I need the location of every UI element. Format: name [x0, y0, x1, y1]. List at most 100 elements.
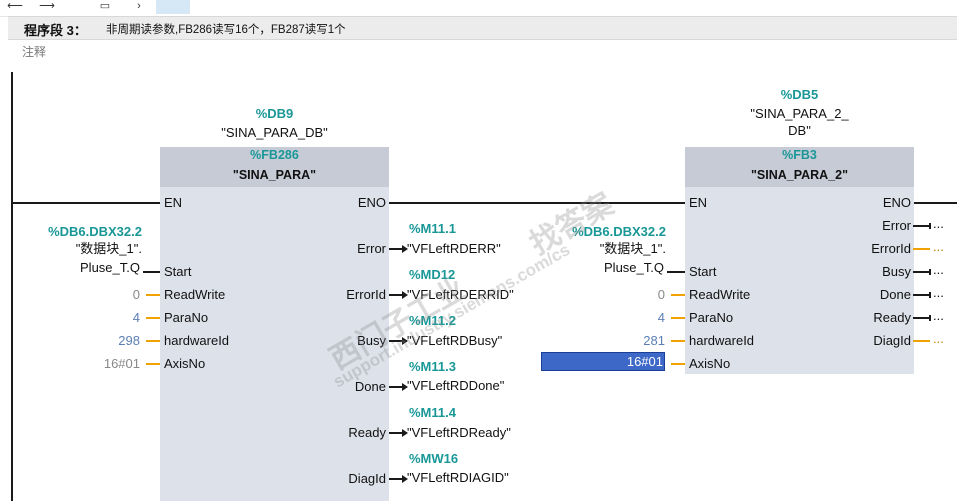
- block1-busy-wire: [389, 340, 403, 342]
- block2-db-name-line2[interactable]: DB": [685, 123, 914, 138]
- block2-start-wire: [667, 271, 685, 273]
- block2-busy-operand[interactable]: ...: [933, 263, 944, 276]
- block1-axisno-pin: AxisNo: [164, 356, 206, 371]
- copy-icon[interactable]: ▭: [94, 0, 116, 14]
- block1-hardwareid-value[interactable]: 298: [60, 333, 140, 348]
- block2-db-name-line1[interactable]: "SINA_PARA_2_: [685, 106, 914, 121]
- block2-start-pin: Start: [689, 264, 717, 279]
- block2-parano-value[interactable]: 4: [585, 310, 665, 325]
- block1-errorid-address[interactable]: %MD12: [409, 267, 455, 282]
- block1-done-address[interactable]: %M11.3: [409, 359, 456, 374]
- block2-error-pin: Error: [882, 218, 911, 233]
- block1-axisno-wire: [146, 363, 160, 365]
- forward-arrow-icon[interactable]: ⟶: [36, 0, 58, 14]
- block2-start-name1[interactable]: "数据块_1".: [545, 241, 666, 256]
- arrow-right-icon[interactable]: ›: [128, 0, 150, 14]
- block1-errorid-name[interactable]: "VFLeftRDERRID": [407, 287, 514, 302]
- block1-readwrite-value[interactable]: 0: [60, 287, 140, 302]
- block1-errorid-pin: ErrorId: [346, 287, 386, 302]
- network-comment[interactable]: 注释: [22, 43, 46, 60]
- block2-ready-pin: Ready: [873, 310, 911, 325]
- block1-start-pin: Start: [164, 264, 192, 279]
- block2-error-operand[interactable]: ...: [933, 217, 944, 230]
- block1-start-name2[interactable]: Pluse_T.Q: [30, 260, 140, 275]
- block2-start-address[interactable]: %DB6.DBX32.2: [545, 224, 666, 239]
- block1-db-name[interactable]: "SINA_PARA_DB": [160, 125, 389, 140]
- block2-ready-operand[interactable]: ...: [933, 309, 944, 322]
- block2-diagid-wire: [913, 340, 930, 342]
- rung-line: [13, 202, 160, 204]
- block1-start-address[interactable]: %DB6.DBX32.2: [30, 224, 142, 239]
- block2-hardwareid-wire: [671, 340, 685, 342]
- block2-busy-pin: Busy: [882, 264, 911, 279]
- block1-busy-pin: Busy: [357, 333, 386, 348]
- block1-en-pin: EN: [164, 195, 183, 210]
- block2-en-pin: EN: [689, 195, 708, 210]
- block2-parano-pin: ParaNo: [689, 310, 734, 325]
- block1-readwrite-wire: [146, 294, 160, 296]
- block2-readwrite-wire: [671, 294, 685, 296]
- block1-busy-address[interactable]: %M11.2: [409, 313, 456, 328]
- block1-diagid-pin: DiagId: [348, 471, 386, 486]
- block1-diagid-address[interactable]: %MW16: [409, 451, 458, 466]
- block2-start-name2[interactable]: Pluse_T.Q: [545, 260, 664, 275]
- block2-axisno-pin: AxisNo: [689, 356, 731, 371]
- block2-ready-wire: [913, 317, 930, 319]
- block1-error-name[interactable]: "VFLeftRDERR": [407, 241, 501, 256]
- block1-parano-value[interactable]: 4: [60, 310, 140, 325]
- block2-hardwareid-value[interactable]: 281: [585, 333, 665, 348]
- block2-readwrite-value[interactable]: 0: [585, 287, 665, 302]
- block2-db-address[interactable]: %DB5: [685, 87, 914, 102]
- block2-fb-address: %FB3: [782, 148, 817, 162]
- editor-toolbar: ⟵ ⟶ ▭ ›: [0, 0, 957, 17]
- block1-start-name1[interactable]: "数据块_1".: [30, 241, 142, 256]
- block1-done-name[interactable]: "VFLeftRDDone": [407, 378, 504, 393]
- power-rail: [11, 72, 13, 501]
- block1-errorid-wire: [389, 294, 403, 296]
- block1-fb-name: "SINA_PARA": [232, 168, 317, 182]
- block2-readwrite-pin: ReadWrite: [689, 287, 751, 302]
- network-header[interactable]: 程序段 3： 非周期读参数,FB286读写16个，FB287读写1个: [8, 16, 957, 40]
- block2-done-wire: [913, 294, 930, 296]
- block1-ready-name[interactable]: "VFLeftRDReady": [407, 425, 511, 440]
- block1-error-address[interactable]: %M11.1: [409, 221, 456, 236]
- block2-errorid-pin: ErrorId: [871, 241, 911, 256]
- block1-db-address[interactable]: %DB9: [160, 106, 389, 121]
- block2-eno-pin: ENO: [882, 195, 911, 210]
- block1-ready-pin: Ready: [348, 425, 386, 440]
- block1-hardwareid-wire: [146, 340, 160, 342]
- block1-start-wire: [143, 271, 160, 273]
- block1-busy-name[interactable]: "VFLeftRDBusy": [407, 333, 502, 348]
- block1-error-wire: [389, 248, 403, 250]
- rung-line-out: [913, 202, 957, 204]
- block1-done-wire: [389, 386, 403, 388]
- block1-error-pin: Error: [357, 241, 386, 256]
- block1-ready-address[interactable]: %M11.4: [409, 405, 456, 420]
- block1-axisno-value[interactable]: 16#01: [60, 356, 140, 371]
- block2-diagid-operand[interactable]: ...: [933, 332, 944, 345]
- network-description[interactable]: 非周期读参数,FB286读写16个，FB287读写1个: [106, 21, 346, 37]
- block1-done-pin: Done: [354, 379, 386, 394]
- block1-diagid-wire: [389, 478, 403, 480]
- block2-done-operand[interactable]: ...: [933, 286, 944, 299]
- block1-parano-wire: [146, 317, 160, 319]
- toolbar-active-button[interactable]: [156, 0, 190, 14]
- block2-done-tick: [929, 292, 931, 298]
- block2-fb-name: "SINA_PARA_2": [750, 168, 849, 182]
- block2-errorid-wire: [913, 248, 930, 250]
- block2-done-pin: Done: [879, 287, 911, 302]
- block2-busy-tick: [929, 269, 931, 275]
- block1-fb-address: %FB286: [250, 148, 299, 162]
- block1-ready-wire: [389, 432, 403, 434]
- block1-eno-pin: ENO: [357, 195, 386, 210]
- block1-parano-pin: ParaNo: [164, 310, 209, 325]
- block1-diagid-name[interactable]: "VFLeftRDIAGID": [407, 470, 509, 485]
- block2-axisno-wire: [671, 363, 685, 365]
- block1-hardwareid-pin: hardwareId: [164, 333, 230, 348]
- block2-hardwareid-pin: hardwareId: [689, 333, 755, 348]
- block1-readwrite-pin: ReadWrite: [164, 287, 226, 302]
- back-arrow-icon[interactable]: ⟵: [4, 0, 26, 14]
- block2-axisno-value[interactable]: 16#01: [585, 354, 663, 369]
- block2-busy-wire: [913, 271, 930, 273]
- block2-errorid-operand[interactable]: ...: [933, 240, 944, 253]
